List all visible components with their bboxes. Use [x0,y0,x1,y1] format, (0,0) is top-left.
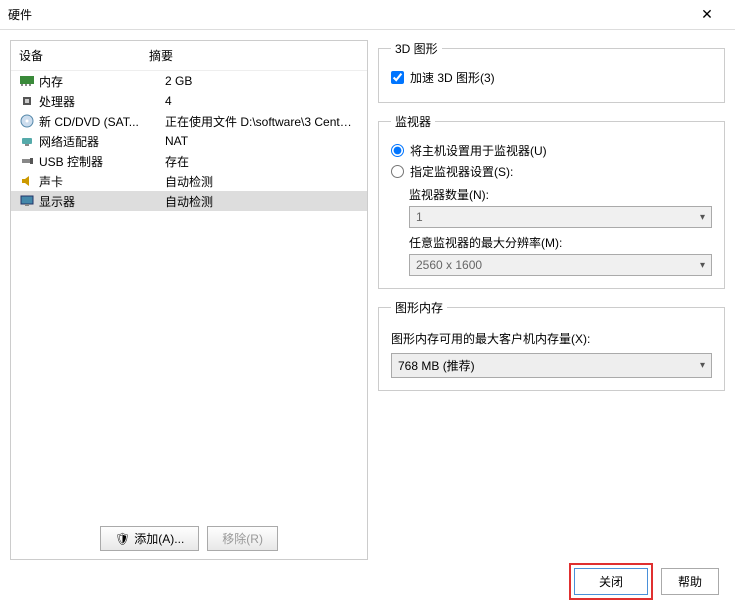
device-name: 新 CD/DVD (SAT... [39,113,165,130]
device-summary: NAT [165,134,359,148]
device-summary: 2 GB [165,74,359,88]
shield-icon: 🛡 [115,532,130,546]
device-summary: 存在 [165,153,359,170]
remove-button: 移除(R) [207,526,278,551]
group-gmem-legend: 图形内存 [391,299,447,316]
device-row-display[interactable]: 显示器自动检测 [11,191,367,211]
device-row-memory[interactable]: 内存2 GB [11,71,367,91]
network-icon [19,133,35,149]
device-name: 处理器 [39,93,165,110]
settings-panel: 3D 图形 加速 3D 图形(3) 监视器 将主机设置用于监视器(U) 指定监视… [378,40,725,565]
chevron-down-icon: ▾ [700,260,705,271]
memory-icon [19,73,35,89]
monitor-count-label: 监视器数量(N): [409,186,712,203]
radio-use-host[interactable]: 将主机设置用于监视器(U) [391,142,712,159]
device-name: 声卡 [39,173,165,190]
cpu-icon [19,93,35,109]
radio-specify[interactable]: 指定监视器设置(S): [391,163,712,180]
device-summary: 自动检测 [165,173,359,190]
device-list: 设备 摘要 内存2 GB处理器4新 CD/DVD (SAT...正在使用文件 D… [11,41,367,518]
radio-specify-input[interactable] [391,165,404,178]
max-resolution-value: 2560 x 1600 [416,258,482,272]
window-title: 硬件 [8,6,687,23]
cd-icon [19,113,35,129]
display-icon [19,193,35,209]
bottom-bar: 关闭 帮助 [569,563,719,600]
titlebar: 硬件 ✕ [0,0,735,30]
group-3d-legend: 3D 图形 [391,40,442,57]
max-resolution-select: 2560 x 1600 ▾ [409,254,712,276]
device-name: 显示器 [39,193,165,210]
close-button[interactable]: 关闭 [574,568,648,595]
monitor-count-value: 1 [416,210,423,224]
device-summary: 4 [165,94,359,108]
gmem-label: 图形内存可用的最大客户机内存量(X): [391,330,712,347]
add-button-label: 添加(A)... [134,530,184,547]
device-list-header: 设备 摘要 [11,41,367,71]
device-row-sound[interactable]: 声卡自动检测 [11,171,367,191]
device-row-network[interactable]: 网络适配器NAT [11,131,367,151]
header-summary: 摘要 [149,47,359,64]
content-area: 设备 摘要 内存2 GB处理器4新 CD/DVD (SAT...正在使用文件 D… [0,30,735,575]
device-name: 网络适配器 [39,133,165,150]
remove-button-label: 移除(R) [222,530,263,547]
accelerate-3d-checkbox[interactable]: 加速 3D 图形(3) [391,69,712,86]
group-graphics-memory: 图形内存 图形内存可用的最大客户机内存量(X): 768 MB (推荐) ▾ [378,299,725,391]
device-row-cpu[interactable]: 处理器4 [11,91,367,111]
device-panel: 设备 摘要 内存2 GB处理器4新 CD/DVD (SAT...正在使用文件 D… [10,40,368,560]
usb-icon [19,153,35,169]
add-button[interactable]: 🛡 添加(A)... [100,526,199,551]
accelerate-3d-label: 加速 3D 图形(3) [410,69,495,86]
max-resolution-label: 任意监视器的最大分辨率(M): [409,234,712,251]
help-button[interactable]: 帮助 [661,568,719,595]
chevron-down-icon: ▾ [700,212,705,223]
monitor-count-select: 1 ▾ [409,206,712,228]
group-monitor: 监视器 将主机设置用于监视器(U) 指定监视器设置(S): 监视器数量(N): … [378,113,725,289]
radio-specify-label: 指定监视器设置(S): [410,163,513,180]
group-3d-graphics: 3D 图形 加速 3D 图形(3) [378,40,725,103]
close-icon[interactable]: ✕ [687,6,727,23]
radio-use-host-input[interactable] [391,144,404,157]
device-summary: 自动检测 [165,193,359,210]
device-name: USB 控制器 [39,153,165,170]
gmem-value: 768 MB (推荐) [398,357,475,374]
radio-use-host-label: 将主机设置用于监视器(U) [410,142,547,159]
accelerate-3d-input[interactable] [391,71,404,84]
group-monitor-legend: 监视器 [391,113,435,130]
gmem-select[interactable]: 768 MB (推荐) ▾ [391,353,712,378]
header-device: 设备 [19,47,149,64]
close-button-highlight: 关闭 [569,563,653,600]
sound-icon [19,173,35,189]
device-buttons: 🛡 添加(A)... 移除(R) [11,518,367,559]
device-row-cd[interactable]: 新 CD/DVD (SAT...正在使用文件 D:\software\3 Cen… [11,111,367,131]
device-row-usb[interactable]: USB 控制器存在 [11,151,367,171]
device-summary: 正在使用文件 D:\software\3 CentO... [165,113,359,130]
chevron-down-icon: ▾ [700,360,705,371]
device-name: 内存 [39,73,165,90]
